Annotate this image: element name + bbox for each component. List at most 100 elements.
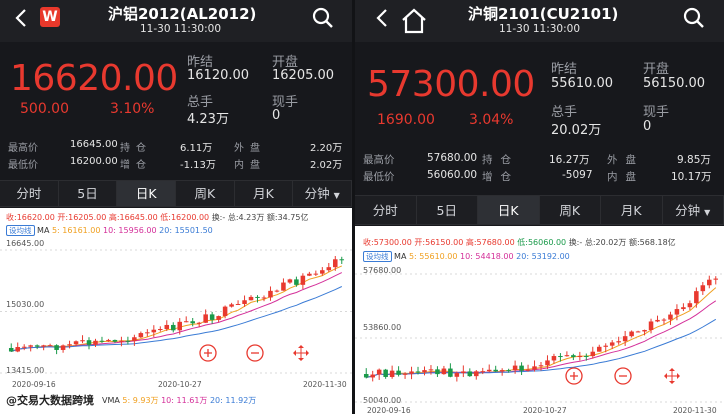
candle	[519, 362, 524, 376]
candlestick-plot	[355, 273, 724, 403]
add-pos-value: -1.13万	[180, 160, 216, 171]
price-change-pct: 3.04%	[469, 112, 514, 128]
candle	[629, 330, 634, 338]
fullscreen-icon[interactable]	[663, 367, 681, 385]
dropdown-caret-icon: ▼	[704, 208, 711, 217]
low-value: 16200.00	[70, 156, 118, 167]
zoom-out-icon[interactable]	[614, 367, 632, 385]
back-arrow-icon[interactable]	[14, 8, 28, 28]
header-bar: 沪铜2101(CU2101) 11-30 11:30:00	[355, 0, 724, 42]
prev-settle-value: 55610.00	[551, 76, 614, 91]
zoom-in-icon[interactable]	[199, 344, 217, 362]
volume-value: 4.23万	[187, 112, 229, 127]
outer-label: 外盘	[607, 154, 644, 166]
home-icon[interactable]	[400, 7, 428, 35]
prev-settle-label: 昨结	[551, 62, 578, 77]
search-icon[interactable]	[311, 6, 335, 30]
tab-intraday[interactable]: 分时	[0, 181, 59, 206]
inner-value: 2.02万	[310, 160, 343, 171]
tab-minute[interactable]: 分钟 ▼	[293, 181, 352, 206]
candle	[86, 337, 92, 350]
add-pos-value: -5097	[562, 169, 593, 181]
open-value: 56150.00	[643, 76, 706, 91]
candle	[339, 256, 345, 264]
volume-label: 总手	[551, 105, 578, 120]
candle	[668, 311, 673, 325]
candle	[493, 365, 498, 373]
candle	[376, 368, 382, 380]
tab-monthly-k[interactable]: 月K	[601, 196, 663, 224]
candle	[145, 329, 150, 337]
tab-5day[interactable]: 5日	[417, 196, 478, 224]
candle	[183, 316, 189, 323]
candle	[370, 370, 375, 382]
candle	[60, 344, 66, 353]
oi-value: 6.11万	[180, 143, 213, 154]
low-label: 最低价	[363, 171, 395, 183]
open-value: 16205.00	[272, 68, 335, 83]
last-price: 16620.00	[10, 58, 178, 99]
candle	[486, 364, 492, 373]
candle	[596, 344, 602, 352]
candle	[229, 302, 234, 308]
tab-daily-k[interactable]: 日K	[478, 196, 540, 224]
vma-legend: VMA 5: 9.93万 10: 11.61万 20: 11.92万	[102, 395, 256, 406]
ma20-line	[11, 286, 343, 352]
candle	[313, 270, 319, 276]
high-label: 最高价	[363, 154, 395, 166]
high-label: 最高价	[8, 143, 38, 154]
timestamp: 11-30 11:30:00	[140, 23, 222, 35]
vma10-value: 10: 11.61万	[161, 396, 208, 405]
add-pos-label: 增仓	[482, 171, 519, 183]
high-value: 16645.00	[70, 139, 118, 150]
tab-daily-k[interactable]: 日K	[117, 181, 177, 206]
left-quote-panel: W 沪铝2012(AL2012) 11-30 11:30:00 16620.00…	[0, 0, 352, 414]
candle	[281, 278, 286, 291]
period-tabs: 分时 5日 日K 周K 月K 分钟 ▼	[355, 195, 724, 225]
candle	[422, 366, 427, 376]
candle	[54, 344, 59, 355]
tab-weekly-k[interactable]: 周K	[540, 196, 601, 224]
candle	[448, 363, 453, 378]
candle	[467, 368, 473, 377]
x-tick-mid: 2020-10-27	[523, 406, 567, 414]
fullscreen-icon[interactable]	[292, 344, 310, 362]
candle	[363, 368, 369, 379]
inner-label: 内盘	[234, 160, 266, 171]
price-change-pct: 3.10%	[110, 101, 155, 117]
dropdown-caret-icon: ▼	[333, 191, 340, 200]
oi-label: 持仓	[120, 143, 152, 154]
ma10-line	[11, 272, 343, 352]
tab-monthly-k[interactable]: 月K	[235, 181, 294, 206]
vma20-value: 20: 11.92万	[209, 396, 257, 405]
inner-value: 10.17万	[671, 171, 712, 183]
search-icon[interactable]	[682, 6, 706, 30]
candle	[80, 335, 85, 344]
candle	[307, 271, 312, 277]
back-arrow-icon[interactable]	[375, 8, 389, 28]
kline-chart[interactable]: 收:57300.00 开:56150.00 高:57680.00 低:56060…	[355, 226, 724, 414]
oi-value: 16.27万	[549, 154, 590, 166]
candle	[441, 365, 447, 375]
page-title: 沪铜2101(CU2101)	[468, 5, 619, 23]
x-tick-end: 2020-11-30	[673, 406, 717, 414]
inner-label: 内盘	[607, 171, 644, 183]
outer-value: 9.85万	[677, 154, 711, 166]
candle	[551, 353, 557, 364]
tab-minute[interactable]: 分钟 ▼	[663, 196, 724, 224]
tab-weekly-k[interactable]: 周K	[176, 181, 235, 206]
outer-value: 2.20万	[310, 143, 343, 154]
zoom-out-icon[interactable]	[246, 344, 264, 362]
candle	[326, 262, 332, 273]
kline-chart[interactable]: 收:16620.00 开:16205.00 高:16645.00 低:16200…	[0, 208, 352, 414]
volume-value: 20.02万	[551, 123, 602, 138]
zoom-in-icon[interactable]	[565, 367, 583, 385]
candle	[687, 300, 693, 310]
prev-settle-value: 16120.00	[187, 68, 250, 83]
candle	[564, 351, 570, 357]
tab-5day[interactable]: 5日	[59, 181, 118, 206]
vma5-value: 5: 9.93万	[122, 396, 159, 405]
low-value: 56060.00	[427, 169, 478, 181]
tab-intraday[interactable]: 分时	[355, 196, 417, 224]
page-title: 沪铝2012(AL2012)	[108, 5, 257, 23]
